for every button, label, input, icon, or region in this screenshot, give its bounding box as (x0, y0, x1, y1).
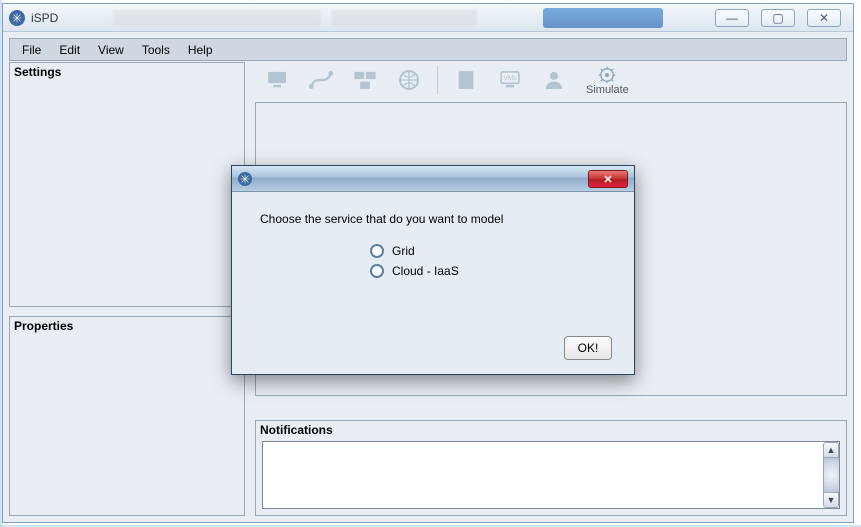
menu-bar: File Edit View Tools Help (9, 38, 847, 61)
toolbar-separator (437, 66, 438, 94)
vms-icon[interactable]: VMs (494, 64, 526, 96)
machine-icon[interactable] (261, 64, 293, 96)
titlebar: iSPD ― ▢ ✕ (3, 4, 853, 32)
dialog-close-button[interactable]: ✕ (588, 170, 628, 188)
notifications-textarea[interactable]: ▲ ▼ (262, 441, 840, 509)
radio-label-grid: Grid (392, 244, 415, 258)
notifications-panel: Notifications ▲ ▼ (255, 420, 847, 516)
radio-option-cloud[interactable]: Cloud - IaaS (370, 264, 606, 278)
titlebar-accent-artifact (543, 8, 663, 28)
scroll-down-button[interactable]: ▼ (823, 492, 839, 508)
link-icon[interactable] (305, 64, 337, 96)
internet-icon[interactable] (393, 64, 425, 96)
app-title: iSPD (31, 11, 58, 25)
svg-text:VMs: VMs (504, 75, 518, 82)
properties-panel: Properties (9, 316, 245, 516)
app-window: iSPD ― ▢ ✕ File Edit View Tools Help Set… (2, 3, 854, 523)
settings-title: Settings (10, 63, 244, 81)
menu-tools[interactable]: Tools (134, 41, 178, 59)
cluster-icon[interactable] (349, 64, 381, 96)
menu-help[interactable]: Help (180, 41, 221, 59)
properties-title: Properties (10, 317, 244, 335)
settings-panel: Settings (9, 62, 245, 307)
notifications-title: Notifications (256, 421, 846, 439)
scroll-up-button[interactable]: ▲ (823, 442, 839, 458)
service-chooser-dialog: ✕ Choose the service that do you want to… (231, 165, 635, 375)
task-icon[interactable] (450, 64, 482, 96)
maximize-button[interactable]: ▢ (761, 9, 795, 27)
close-button[interactable]: ✕ (807, 9, 841, 27)
user-icon[interactable] (538, 64, 570, 96)
menu-edit[interactable]: Edit (51, 41, 88, 59)
app-icon (9, 10, 25, 26)
simulate-label: Simulate (586, 84, 629, 96)
window-controls: ― ▢ ✕ (715, 9, 847, 27)
minimize-button[interactable]: ― (715, 9, 749, 27)
dialog-titlebar[interactable]: ✕ (232, 166, 634, 192)
scroll-knob[interactable] (823, 458, 839, 492)
dialog-prompt: Choose the service that do you want to m… (260, 212, 606, 226)
dialog-body: Choose the service that do you want to m… (232, 192, 634, 296)
toolbar: VMs Simulate (255, 62, 847, 98)
menu-view[interactable]: View (90, 41, 132, 59)
menu-file[interactable]: File (14, 41, 49, 59)
radio-label-cloud: Cloud - IaaS (392, 264, 459, 278)
radio-option-grid[interactable]: Grid (370, 244, 606, 258)
radio-icon (370, 244, 384, 258)
radio-icon (370, 264, 384, 278)
ok-button[interactable]: OK! (564, 336, 612, 360)
dialog-icon (238, 172, 252, 186)
radio-group: Grid Cloud - IaaS (370, 244, 606, 278)
dialog-footer: OK! (564, 336, 612, 360)
simulate-button[interactable]: Simulate (582, 64, 633, 96)
